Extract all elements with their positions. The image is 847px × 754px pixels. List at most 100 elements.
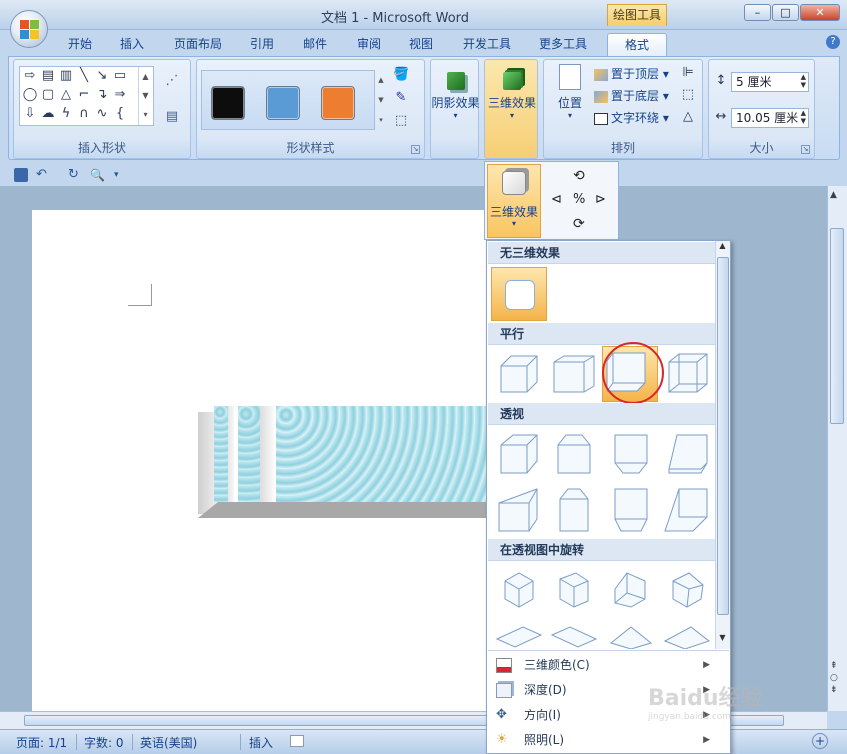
tab-view[interactable]: 视图 (401, 33, 441, 56)
add-text-icon[interactable]: ▤ (164, 110, 180, 124)
group-icon[interactable]: ⬚ (680, 88, 696, 102)
tab-references[interactable]: 引用 (242, 33, 282, 56)
redo-icon[interactable]: ↻ (68, 168, 82, 182)
rounded-rect-icon[interactable]: ▢ (40, 88, 56, 102)
perspective-option-4[interactable] (661, 429, 713, 481)
perspective-option-3[interactable] (605, 429, 657, 481)
outline-color-icon[interactable]: ✎ (393, 91, 409, 105)
rotate-option-2[interactable] (548, 565, 600, 617)
rotate-option-5[interactable] (493, 619, 545, 649)
macro-record-icon[interactable] (290, 735, 304, 747)
parallel-option-1[interactable] (493, 348, 545, 400)
tab-insert[interactable]: 插入 (112, 33, 152, 56)
perspective-option-8[interactable] (661, 485, 713, 537)
textbox-shape-icon[interactable]: ▤ (40, 69, 56, 83)
fill-color-icon[interactable]: 🪣 (393, 68, 409, 82)
oval-shape-icon[interactable]: ◯ (22, 88, 38, 102)
rectangle-shape-icon[interactable]: ▭ (112, 69, 128, 83)
spinner-arrows-icon[interactable]: ▲ ▼ (801, 109, 806, 125)
lightning-icon[interactable]: ϟ (58, 107, 74, 121)
tab-page-layout[interactable]: 页面布局 (166, 33, 230, 56)
help-icon[interactable]: ? (826, 35, 840, 49)
tab-more-tools[interactable]: 更多工具 (531, 33, 595, 56)
style-swatch-black[interactable] (211, 86, 245, 120)
change-shape-icon[interactable]: ⬚ (393, 114, 409, 128)
rotate-option-3[interactable] (605, 565, 657, 617)
dialog-launcher-icon[interactable]: ↘ (411, 145, 420, 154)
status-insert-mode[interactable]: 插入 (249, 734, 273, 751)
office-button[interactable] (10, 10, 48, 48)
parallel-option-2[interactable] (548, 348, 600, 400)
status-words[interactable]: 字数: 0 (84, 734, 124, 751)
style-scroll-icon[interactable]: ▲ ▼ ▾ (375, 70, 387, 130)
minimize-button[interactable]: – (744, 4, 771, 21)
brace-icon[interactable]: { (112, 107, 128, 121)
vertical-scroll-thumb[interactable] (830, 228, 844, 424)
scroll-up-icon[interactable]: ▲ (830, 190, 837, 200)
status-page[interactable]: 页面: 1/1 (16, 734, 67, 751)
page-nav-icon[interactable]: ⇞ ○ ⇟ (830, 660, 838, 696)
tab-review[interactable]: 审阅 (349, 33, 389, 56)
3d-effects-ribbon-button[interactable]: 三维效果 ▾ (485, 66, 539, 120)
rotate-icon[interactable]: △ (680, 110, 696, 124)
style-swatch-orange[interactable] (321, 86, 355, 120)
menu-3d-color[interactable]: 三维颜色(C) ▶ (488, 653, 716, 678)
maximize-button[interactable]: □ (772, 4, 799, 21)
rotate-option-7[interactable] (605, 619, 657, 649)
tab-format[interactable]: 格式 (607, 33, 667, 56)
shapes-gallery[interactable]: ⇨ ▤ ▥ ╲ ↘ ▭ ◯ ▢ △ ⌐ ↴ ⇒ ⇩ ☁ ϟ ∩ ∿ { ▲ ▼ ▾ (19, 66, 154, 126)
height-input[interactable]: 5 厘米 ▲ ▼ (731, 72, 809, 92)
no-3d-option[interactable] (491, 267, 547, 321)
edit-shape-icon[interactable]: ⋰ (164, 74, 180, 88)
gallery-scroll-thumb[interactable] (717, 257, 729, 615)
curve-icon[interactable]: ∩ (76, 107, 92, 121)
selected-3d-shape[interactable] (198, 406, 488, 518)
style-swatch-blue[interactable] (266, 86, 300, 120)
elbow-arrow-icon[interactable]: ↴ (94, 88, 110, 102)
tab-home[interactable]: 开始 (60, 33, 100, 56)
save-icon[interactable] (14, 168, 28, 182)
scroll-down-icon[interactable]: ▼ (716, 633, 729, 647)
tab-mailings[interactable]: 邮件 (295, 33, 335, 56)
status-language[interactable]: 英语(美国) (140, 734, 197, 751)
send-to-back-button[interactable]: 置于底层 ▾ (594, 86, 669, 106)
rotate-option-6[interactable] (548, 619, 600, 649)
print-preview-icon[interactable]: 🔍 (90, 168, 105, 182)
undo-icon[interactable]: ↶ (36, 168, 50, 182)
menu-lighting[interactable]: ☀ 照明(L) ▶ (488, 728, 716, 753)
perspective-option-1[interactable] (493, 429, 545, 481)
freeform-icon[interactable]: ☁ (40, 107, 56, 121)
rotate-option-8[interactable] (661, 619, 713, 649)
scroll-up-icon[interactable]: ▲ (716, 241, 729, 255)
perspective-option-6[interactable] (548, 485, 600, 537)
customize-qat-icon[interactable]: ▾ (114, 168, 128, 182)
tab-developer[interactable]: 开发工具 (455, 33, 519, 56)
right-arrow-icon[interactable]: ⇒ (112, 88, 128, 102)
gallery-scroll-icon[interactable]: ▲ ▼ ▾ (138, 67, 152, 125)
3d-effects-dropdown-button[interactable]: 三维效果 ▾ (487, 164, 541, 238)
arrow-line-icon[interactable]: ↘ (94, 69, 110, 83)
down-arrow-icon[interactable]: ⇩ (22, 107, 38, 121)
line-shape-icon[interactable]: ╲ (76, 69, 92, 83)
tilt-left-icon[interactable]: ⊲ (551, 192, 562, 207)
perspective-option-7[interactable] (605, 485, 657, 537)
perspective-option-2[interactable] (548, 429, 600, 481)
dialog-launcher-icon[interactable]: ↘ (801, 145, 810, 154)
gallery-scrollbar[interactable]: ▲ ▼ (715, 241, 730, 649)
position-button[interactable]: 位置 ▾ (548, 64, 592, 120)
width-input[interactable]: 10.05 厘米 ▲ ▼ (731, 108, 809, 128)
shadow-effects-button[interactable]: 阴影效果 ▾ (431, 66, 480, 120)
elbow-connector-icon[interactable]: ⌐ (76, 88, 92, 102)
arrow-shape-icon[interactable]: ⇨ (22, 69, 38, 83)
text-wrap-button[interactable]: 文字环绕 ▾ (594, 108, 669, 128)
close-button[interactable]: ✕ (800, 4, 840, 21)
document-page[interactable] (32, 210, 488, 712)
vertical-textbox-icon[interactable]: ▥ (58, 69, 74, 83)
tilt-down-icon[interactable]: ⟳ (573, 216, 585, 232)
scribble-icon[interactable]: ∿ (94, 107, 110, 121)
3d-toggle-icon[interactable]: % (573, 192, 585, 207)
tilt-right-icon[interactable]: ⊳ (595, 192, 606, 207)
triangle-shape-icon[interactable]: △ (58, 88, 74, 102)
align-icon[interactable]: ⊫ (680, 66, 696, 80)
parallel-option-4[interactable] (661, 348, 713, 400)
